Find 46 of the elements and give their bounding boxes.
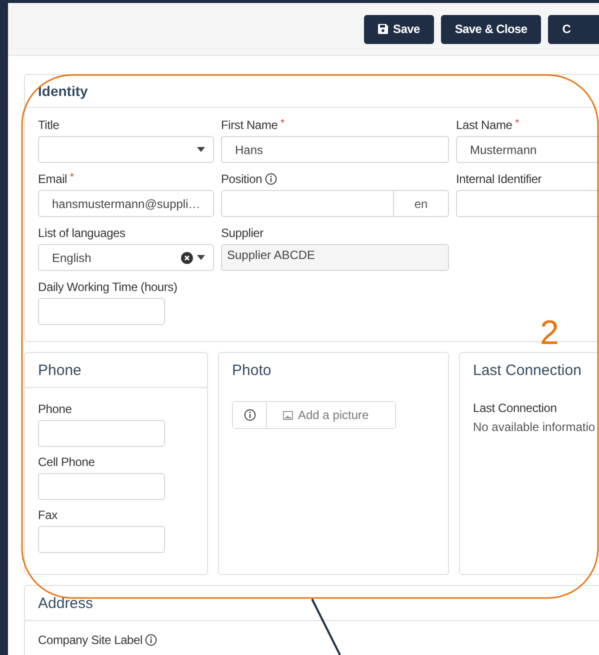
readonly-field: Supplier ABCDE: [221, 244, 449, 271]
field-label: Daily Working Time (hours): [38, 280, 178, 294]
field-label: List of languages: [38, 226, 126, 240]
field-label: Position: [221, 172, 262, 186]
required-asterisk: *: [515, 118, 520, 129]
input-field[interactable]: Hans: [221, 136, 449, 163]
card-title: Last Connection: [473, 362, 582, 378]
info-icon: [244, 409, 256, 421]
caret-icon: [197, 255, 205, 260]
image-icon: [283, 410, 293, 420]
field-label: Phone: [38, 402, 72, 416]
input-field[interactable]: en: [221, 190, 449, 217]
input-field[interactable]: [38, 298, 165, 325]
annotation-number: 2: [540, 316, 559, 350]
required-asterisk: *: [70, 172, 74, 183]
input-field[interactable]: hansmustermann@suppli…: [38, 190, 214, 217]
info-button[interactable]: [233, 402, 267, 428]
card-title: Photo: [232, 362, 272, 378]
toolbar-button[interactable]: C: [548, 14, 599, 44]
leader-line: [311, 598, 341, 655]
card-title: Phone: [38, 362, 82, 378]
toolbar-button[interactable]: Save: [364, 14, 434, 44]
card-title: Identity: [38, 83, 88, 99]
field-label: Last Name: [456, 118, 512, 132]
select-field[interactable]: [38, 136, 214, 163]
field-label: Email: [38, 172, 68, 186]
toolbar-button[interactable]: Save & Close: [440, 14, 542, 44]
field-label: Supplier: [221, 226, 264, 240]
field-label: Internal Identifier: [456, 172, 542, 186]
field-value: No available informatio: [473, 420, 596, 434]
field-label: Company Site Label: [38, 633, 142, 647]
field-label: Cell Phone: [38, 455, 95, 469]
clear-icon[interactable]: [181, 252, 193, 264]
input-field[interactable]: [38, 473, 165, 500]
card-title: Address: [38, 594, 94, 612]
select-field[interactable]: English: [38, 244, 214, 271]
required-asterisk: *: [280, 118, 285, 129]
input-field[interactable]: Mustermann: [456, 136, 599, 163]
field-label: Fax: [38, 508, 58, 522]
input-field[interactable]: [456, 190, 599, 217]
input-field[interactable]: [38, 420, 165, 447]
field-label: Title: [38, 118, 60, 132]
field-label: Last Connection: [473, 401, 558, 415]
input-field[interactable]: [38, 526, 165, 553]
caret-icon: [197, 147, 205, 152]
field-label: First Name: [221, 118, 278, 132]
